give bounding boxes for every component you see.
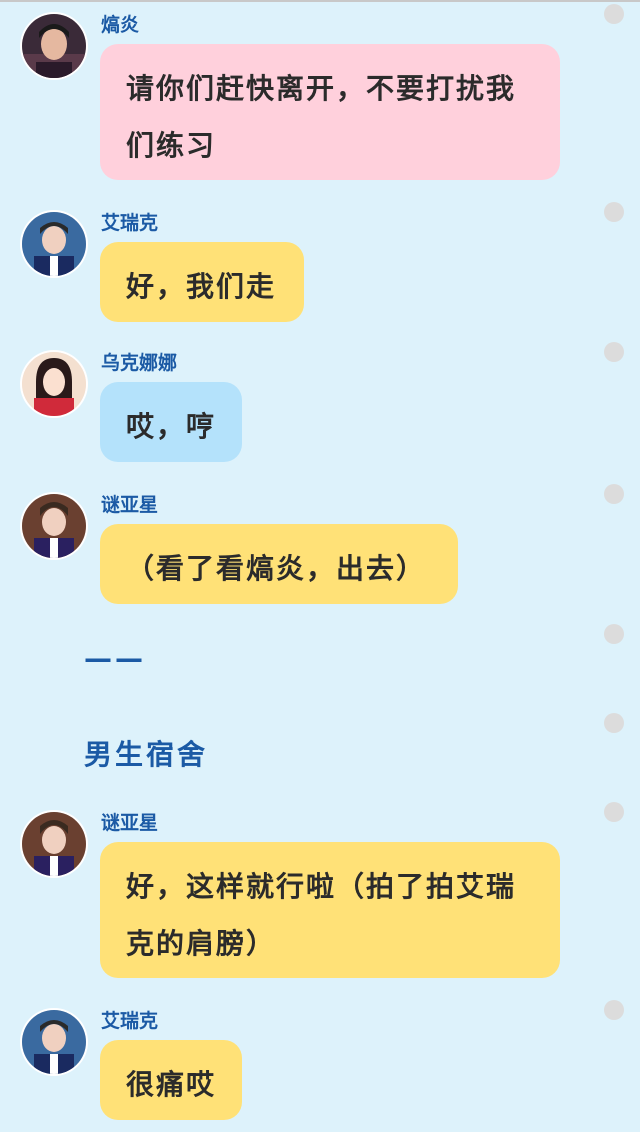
speaker-name: 乌克娜娜 (101, 352, 178, 374)
message-text: 们练习 (126, 129, 217, 162)
avatar-icon[interactable] (22, 1010, 86, 1074)
message-text: 请你们赶快离开，不要打扰我 (126, 72, 517, 105)
avatar-icon[interactable] (22, 352, 86, 416)
avatar-icon[interactable] (22, 14, 86, 78)
scene-divider: —— (84, 642, 146, 675)
avatar-icon[interactable] (22, 494, 86, 558)
speaker-name: 艾瑞克 (101, 212, 159, 234)
message-text: 很痛哎 (126, 1068, 217, 1101)
avatar-icon[interactable] (22, 812, 86, 876)
message-text: 克的肩膀） (126, 927, 277, 960)
message-text: 好，这样就行啦（拍了拍艾瑞 (126, 870, 517, 903)
dot-icon (604, 484, 624, 504)
dot-icon (604, 713, 624, 733)
speaker-name: 熇炎 (101, 14, 140, 36)
message-bubble: 好，这样就行啦（拍了拍艾瑞 克的肩膀） (100, 842, 560, 978)
dot-icon (604, 342, 624, 362)
message-text: 哎，哼 (126, 410, 217, 443)
message-bubble: 很痛哎 (100, 1040, 242, 1120)
speaker-name: 谜亚星 (101, 812, 159, 834)
scene-title: 男生宿舍 (84, 738, 209, 771)
avatar-icon[interactable] (22, 212, 86, 276)
dot-icon (604, 4, 624, 24)
message-text: （看了看熇炎，出去） (126, 552, 427, 585)
dot-icon (604, 202, 624, 222)
dot-icon (604, 1000, 624, 1020)
top-divider (0, 0, 640, 2)
message-bubble: 哎，哼 (100, 382, 242, 462)
dot-icon (604, 802, 624, 822)
message-bubble: 好，我们走 (100, 242, 304, 322)
dot-icon (604, 624, 624, 644)
message-bubble: （看了看熇炎，出去） (100, 524, 458, 604)
speaker-name: 艾瑞克 (101, 1010, 159, 1032)
message-text: 好，我们走 (126, 270, 277, 303)
message-bubble: 请你们赶快离开，不要打扰我 们练习 (100, 44, 560, 180)
speaker-name: 谜亚星 (101, 494, 159, 516)
